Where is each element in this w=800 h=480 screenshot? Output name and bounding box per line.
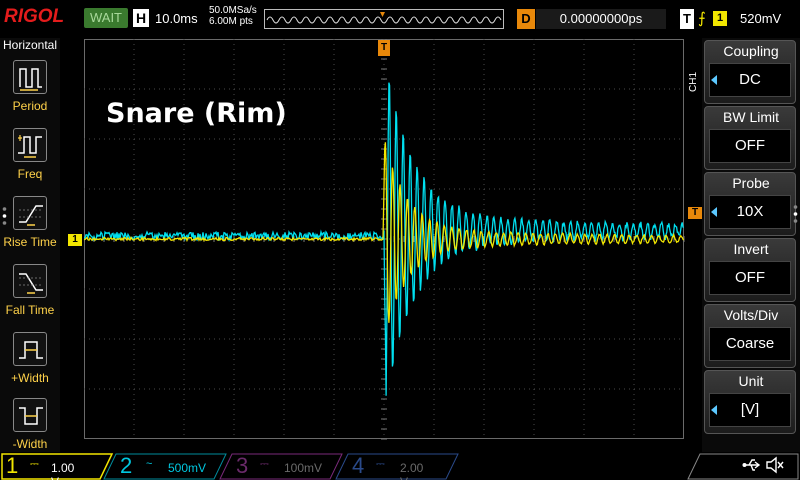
menu-item-unit[interactable]: Unit [V] xyxy=(704,370,796,434)
trigger-level-value[interactable]: 520mV xyxy=(740,9,781,29)
menu-value: OFF xyxy=(709,129,791,163)
menu-item-bw-limit[interactable]: BW Limit OFF xyxy=(704,106,796,170)
dc-coupling-icon: ⎓ xyxy=(376,458,385,471)
page-dots xyxy=(793,204,798,229)
menu-label: Invert xyxy=(705,241,797,257)
ch1-scale: 1.00 V xyxy=(51,461,74,480)
menu-label: Probe xyxy=(705,175,797,191)
menu-item-pos-width[interactable]: +Width xyxy=(0,328,60,394)
freq-icon xyxy=(13,128,47,162)
menu-label: Unit xyxy=(705,373,797,389)
speaker-muted-icon[interactable] xyxy=(765,455,785,475)
menu-title: Horizontal xyxy=(0,38,60,52)
memory-depth: 6.00M pts xyxy=(209,16,253,27)
menu-label: Fall Time xyxy=(0,303,60,317)
menu-item-volts-div[interactable]: Volts/Div Coarse xyxy=(704,304,796,368)
menu-value: DC xyxy=(709,63,791,97)
ch1-number: 1 xyxy=(6,453,18,479)
menu-label: Freq xyxy=(0,167,60,181)
menu-label: Rise Time xyxy=(0,235,60,249)
horizontal-badge[interactable]: H xyxy=(133,9,149,27)
ch2-number: 2 xyxy=(120,453,132,479)
trigger-badge[interactable]: T xyxy=(680,9,694,29)
menu-value: OFF xyxy=(709,261,791,295)
delay-value[interactable]: 0.00000000ps xyxy=(536,9,666,29)
neg-width-icon xyxy=(13,398,47,432)
ch4-scale: 2.00 V xyxy=(400,461,423,480)
ch3-scale: 100mV xyxy=(284,461,322,475)
usb-icon xyxy=(742,456,762,474)
trigger-position-icon xyxy=(380,12,385,17)
menu-value: 10X xyxy=(709,195,791,229)
trigger-level-marker[interactable]: T xyxy=(688,207,702,219)
memory-overview-waveform xyxy=(265,10,505,30)
left-arrow-icon xyxy=(711,75,717,85)
channel-bar: 1 ⎓ 1.00 V 2 ~ 500mV 3 ⎓ 100mV 4 ⎓ 2.00 … xyxy=(0,452,800,480)
brand-logo: RIGOL xyxy=(4,6,64,28)
delay-badge[interactable]: D xyxy=(517,9,535,29)
ch1-offset-marker[interactable]: 1 xyxy=(68,234,82,246)
waveform-label: Snare (Rim) xyxy=(106,98,287,129)
menu-value: Coarse xyxy=(709,327,791,361)
dc-coupling-icon: ⎓ xyxy=(260,458,269,471)
channel-tag: CH1 xyxy=(688,72,699,92)
menu-item-rise-time[interactable]: Rise Time xyxy=(0,192,60,258)
rise-time-icon xyxy=(13,196,47,230)
menu-item-probe[interactable]: Probe 10X xyxy=(704,172,796,236)
menu-label: +Width xyxy=(0,371,60,385)
top-status-bar: RIGOL WAIT H 10.0ms 50.0MSa/s 6.00M pts … xyxy=(0,0,800,38)
run-status-badge[interactable]: WAIT xyxy=(84,8,128,28)
menu-item-period[interactable]: Period xyxy=(0,56,60,122)
dc-coupling-icon: ⎓ xyxy=(30,458,39,471)
memory-overview-bar xyxy=(264,9,504,29)
fall-time-icon xyxy=(13,264,47,298)
menu-item-invert[interactable]: Invert OFF xyxy=(704,238,796,302)
pos-width-icon xyxy=(13,332,47,366)
ch3-number: 3 xyxy=(236,453,248,479)
ch4-number: 4 xyxy=(352,453,364,479)
menu-label: -Width xyxy=(0,437,60,451)
menu-item-fall-time[interactable]: Fall Time xyxy=(0,260,60,326)
left-arrow-icon xyxy=(711,207,717,217)
sample-rate: 50.0MSa/s xyxy=(209,5,257,16)
timebase-value[interactable]: 10.0ms xyxy=(155,11,198,26)
trigger-source-badge: 1 xyxy=(713,11,727,26)
measure-menu: Horizontal Period Freq Rise Time Fall Ti… xyxy=(0,38,60,452)
menu-label: Volts/Div xyxy=(705,307,797,323)
menu-item-coupling[interactable]: Coupling DC xyxy=(704,40,796,104)
ch2-scale: 500mV xyxy=(168,461,206,475)
menu-label: Period xyxy=(0,99,60,113)
period-icon xyxy=(13,60,47,94)
channel-menu: Coupling DC BW Limit OFF Probe 10X Inver… xyxy=(702,38,800,452)
left-arrow-icon xyxy=(711,405,717,415)
menu-label: BW Limit xyxy=(705,109,797,125)
menu-item-freq[interactable]: Freq xyxy=(0,124,60,190)
ac-coupling-icon: ~ xyxy=(146,458,152,470)
menu-item-neg-width[interactable]: -Width xyxy=(0,394,60,460)
rising-edge-icon: ⨍ xyxy=(698,9,706,29)
menu-value: [V] xyxy=(709,393,791,427)
trigger-position-marker[interactable]: T xyxy=(378,40,390,56)
menu-label: Coupling xyxy=(705,43,797,59)
